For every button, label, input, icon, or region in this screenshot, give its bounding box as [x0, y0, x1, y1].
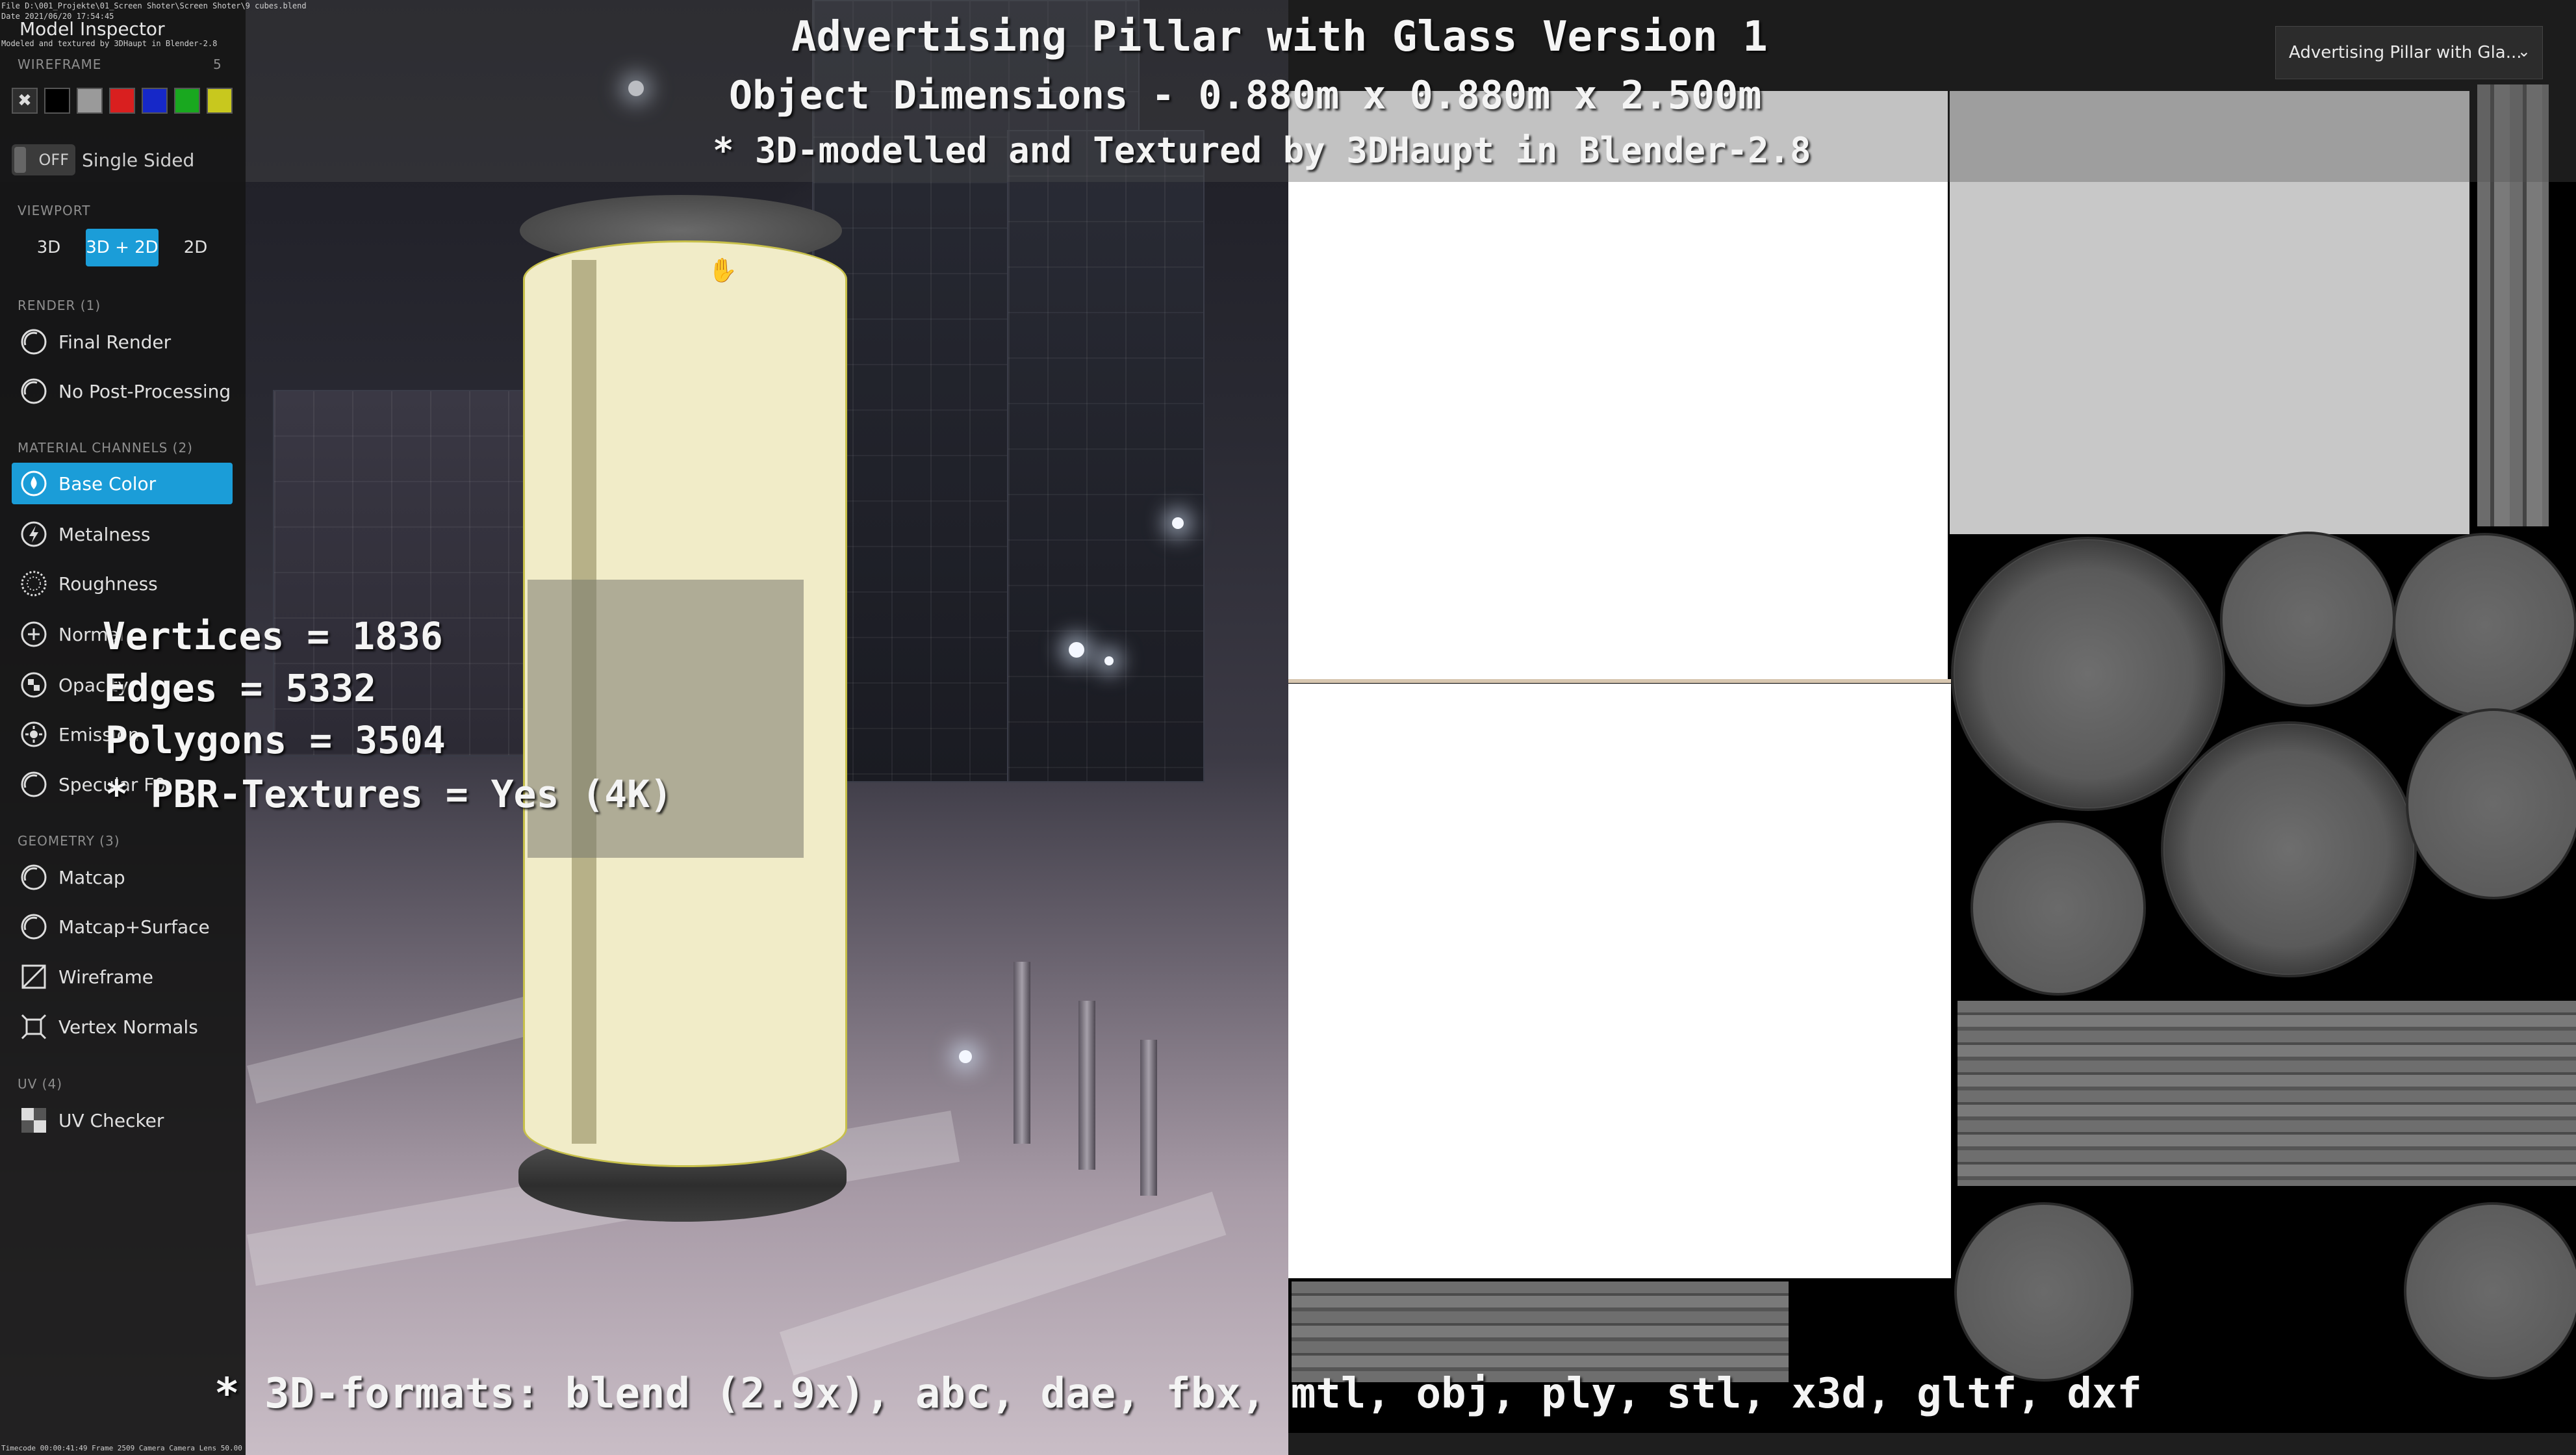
wireframe-value: 5 — [213, 57, 222, 72]
swatch-blue[interactable] — [142, 88, 168, 114]
viewport-2d-button[interactable]: 2D — [166, 229, 225, 266]
file-path-text: File D:\001_Projekte\01_Screen Shoter\Sc… — [1, 1, 307, 10]
bollard — [1140, 1040, 1157, 1196]
checker-sphere-icon — [18, 669, 49, 701]
normal-map-icon — [18, 619, 49, 650]
uv-island-glass-bottom — [1288, 684, 1951, 1278]
swatch-yellow[interactable] — [207, 88, 233, 114]
uv-island-disc — [2406, 708, 2576, 899]
bollard — [1014, 962, 1030, 1144]
hand-cursor-icon: ✋ — [708, 257, 737, 284]
menu-vertex-normals[interactable]: Vertex Normals — [12, 1006, 233, 1048]
street-light — [1104, 656, 1114, 665]
single-sided-label: Single Sided — [82, 149, 195, 171]
viewport-label: VIEWPORT — [18, 203, 91, 218]
app-title: Model Inspector — [19, 18, 165, 40]
polygons-count: Polygons = 3504 — [105, 718, 446, 762]
uv-island-disc — [2404, 1202, 2576, 1380]
uv-island-disc — [1951, 537, 2225, 811]
menu-label: Final Render — [58, 331, 172, 353]
menu-label: Matcap — [58, 866, 125, 888]
menu-label: Vertex Normals — [58, 1016, 198, 1038]
menu-label: UV Checker — [58, 1109, 164, 1131]
uv-island-disc — [2220, 532, 2395, 707]
menu-label: Roughness — [58, 573, 158, 595]
menu-label: Metalness — [58, 523, 151, 545]
ground-light-stripe — [780, 1191, 1227, 1376]
menu-label: Matcap+Surface — [58, 916, 210, 938]
geometry-label: GEOMETRY (3) — [18, 833, 120, 849]
checker-icon — [18, 1105, 49, 1136]
menu-uv-checker[interactable]: UV Checker — [12, 1100, 233, 1141]
swatch-black[interactable] — [44, 88, 70, 114]
chevron-down-icon: ⌄ — [2517, 42, 2531, 60]
menu-no-post-processing[interactable]: No Post-Processing — [12, 370, 233, 412]
model-select-dropdown[interactable]: Advertising Pillar with Gla... ⌄ — [2275, 26, 2543, 79]
menu-wireframe[interactable]: Wireframe — [12, 956, 233, 998]
street-light — [959, 1050, 972, 1063]
uv-island-strip — [1958, 1001, 2576, 1186]
uv-island-disc — [1970, 820, 2146, 996]
menu-matcap[interactable]: Matcap — [12, 856, 233, 898]
status-bar-right — [1288, 1433, 2576, 1455]
menu-matcap-surface[interactable]: Matcap+Surface — [12, 906, 233, 947]
menu-roughness[interactable]: Roughness — [12, 563, 233, 604]
model-title: Advertising Pillar with Glass Version 1 — [791, 13, 1768, 61]
viewport-3d-2d-button[interactable]: 3D + 2D — [86, 229, 159, 266]
pbr-textures-info: * PBR-Textures = Yes (4K) — [105, 772, 672, 816]
viewport-3d-button[interactable]: 3D — [19, 229, 78, 266]
uv-island-disc — [1954, 1202, 2134, 1382]
status-bar-text: Timecode 00:00:41:49 Frame 2509 Camera C… — [1, 1444, 242, 1452]
swatch-green[interactable] — [174, 88, 200, 114]
uv-island-disc — [2393, 533, 2576, 717]
vertex-normals-icon — [18, 1011, 49, 1042]
street-light — [1172, 517, 1184, 529]
edges-count: Edges = 5332 — [104, 666, 377, 710]
credit-text: * 3D-modelled and Textured by 3DHaupt in… — [713, 130, 1811, 171]
render-label: RENDER (1) — [18, 298, 101, 313]
wireframe-icon — [18, 961, 49, 992]
uv-island-strip — [1292, 1281, 1789, 1382]
menu-base-color[interactable]: Base Color — [12, 463, 233, 504]
sphere-icon — [18, 326, 49, 357]
formats-info: * 3D-formats: blend (2.9x), abc, dae, fb… — [214, 1370, 2142, 1418]
sun-icon — [18, 719, 49, 750]
dotted-sphere-icon — [18, 568, 49, 599]
sphere-icon — [18, 769, 49, 800]
object-dimensions: Object Dimensions - 0.880m x 0.880m x 2.… — [729, 73, 1762, 118]
swatch-grey[interactable] — [77, 88, 103, 114]
uv-seam-line — [1288, 679, 1951, 683]
menu-label: No Post-Processing — [58, 380, 231, 402]
menu-metalness[interactable]: Metalness — [12, 513, 233, 555]
sphere-icon — [18, 376, 49, 407]
dropdown-value: Advertising Pillar with Gla... — [2289, 43, 2522, 62]
sphere-icon — [18, 862, 49, 893]
droplet-icon — [18, 468, 49, 499]
swatch-clear[interactable]: ✖ — [12, 88, 38, 114]
sphere-icon — [18, 911, 49, 942]
material-channels-label: MATERIAL CHANNELS (2) — [18, 440, 193, 456]
bolt-icon — [18, 519, 49, 550]
menu-final-render[interactable]: Final Render — [12, 321, 233, 363]
single-sided-toggle[interactable]: OFF — [12, 144, 75, 175]
bollard — [1078, 1001, 1095, 1170]
swatch-red[interactable] — [109, 88, 135, 114]
vertices-count: Vertices = 1836 — [103, 614, 443, 658]
uv-label: UV (4) — [18, 1076, 63, 1092]
uv-island-disc — [2161, 721, 2417, 977]
menu-label: Base Color — [58, 472, 157, 495]
uv-texture-view[interactable] — [1288, 0, 2576, 1455]
credit-small-text: Modeled and textured by 3DHaupt in Blend… — [1, 39, 218, 48]
background-building — [1007, 130, 1205, 782]
street-light — [1069, 642, 1084, 658]
menu-label: Wireframe — [58, 966, 154, 988]
wireframe-label: WIREFRAME — [18, 57, 102, 72]
